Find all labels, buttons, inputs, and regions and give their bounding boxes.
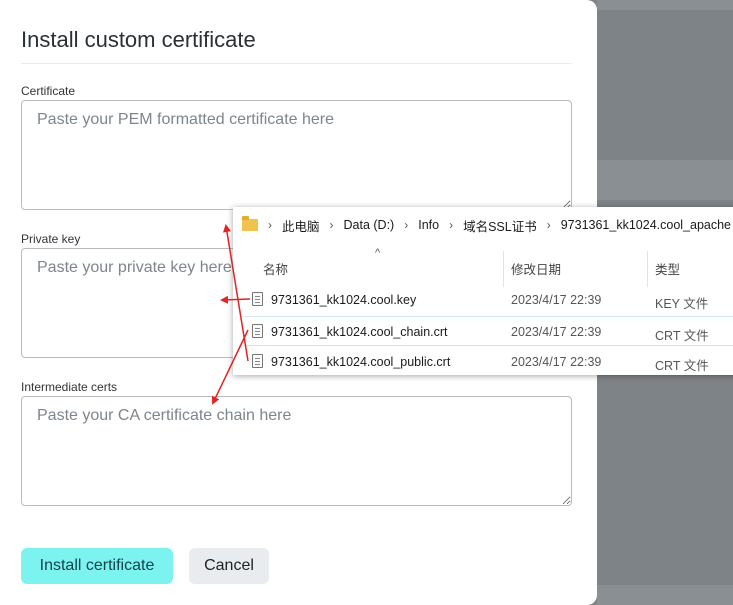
breadcrumb-item-drive[interactable]: Data (D:) xyxy=(344,218,395,232)
intermediate-certs-label: Intermediate certs xyxy=(21,380,118,394)
file-date: 2023/4/17 22:39 xyxy=(511,325,602,339)
file-icon xyxy=(252,324,263,338)
certificate-field[interactable] xyxy=(21,100,572,210)
file-type: KEY 文件 xyxy=(655,297,709,311)
chevron-right-icon: › xyxy=(268,218,272,232)
file-row[interactable]: 9731361_kk1024.cool_public.crt 2023/4/17… xyxy=(243,347,733,377)
breadcrumb: › 此电脑 › Data (D:) › Info › 域名SSL证书 › 973… xyxy=(242,215,731,235)
private-key-label: Private key xyxy=(21,232,81,246)
sort-up-icon: ^ xyxy=(375,247,381,259)
title-divider xyxy=(21,63,572,64)
column-divider xyxy=(503,251,504,287)
chevron-right-icon: › xyxy=(329,218,334,232)
background-band xyxy=(597,585,733,605)
breadcrumb-item-apache-folder[interactable]: 9731361_kk1024.cool_apache xyxy=(561,218,731,232)
column-divider xyxy=(647,251,648,287)
breadcrumb-item-this-pc[interactable]: 此电脑 xyxy=(282,216,320,235)
intermediate-certs-field[interactable] xyxy=(21,396,572,506)
cancel-button[interactable]: Cancel xyxy=(189,548,269,584)
file-date: 2023/4/17 22:39 xyxy=(511,355,602,369)
file-name: 9731361_kk1024.cool_public.crt xyxy=(271,355,451,369)
certificate-label: Certificate xyxy=(21,84,76,98)
background-band xyxy=(597,0,733,10)
file-name: 9731361_kk1024.cool.key xyxy=(271,293,417,307)
file-explorer-window: › 此电脑 › Data (D:) › Info › 域名SSL证书 › 973… xyxy=(233,207,733,375)
file-date: 2023/4/17 22:39 xyxy=(511,293,602,307)
chevron-right-icon: › xyxy=(449,218,454,232)
folder-icon xyxy=(242,216,258,231)
column-header-name[interactable]: 名称 xyxy=(263,259,288,278)
install-certificate-button[interactable]: Install certificate xyxy=(21,548,173,584)
file-type: CRT 文件 xyxy=(655,359,709,373)
column-header-date[interactable]: 修改日期 xyxy=(511,259,561,278)
chevron-right-icon: › xyxy=(546,218,551,232)
dialog-title: Install custom certificate xyxy=(21,27,256,52)
chevron-right-icon: › xyxy=(404,218,409,232)
column-header-type[interactable]: 类型 xyxy=(655,259,680,278)
file-type: CRT 文件 xyxy=(655,329,709,343)
file-name: 9731361_kk1024.cool_chain.crt xyxy=(271,325,448,339)
file-row[interactable]: 9731361_kk1024.cool.key 2023/4/17 22:39 … xyxy=(243,285,733,315)
file-row[interactable]: 9731361_kk1024.cool_chain.crt 2023/4/17 … xyxy=(243,316,733,346)
breadcrumb-item-info[interactable]: Info xyxy=(418,218,439,232)
file-icon xyxy=(252,292,263,306)
breadcrumb-item-ssl-folder[interactable]: 域名SSL证书 xyxy=(463,216,537,235)
file-icon xyxy=(252,354,263,368)
background-band xyxy=(597,160,733,200)
